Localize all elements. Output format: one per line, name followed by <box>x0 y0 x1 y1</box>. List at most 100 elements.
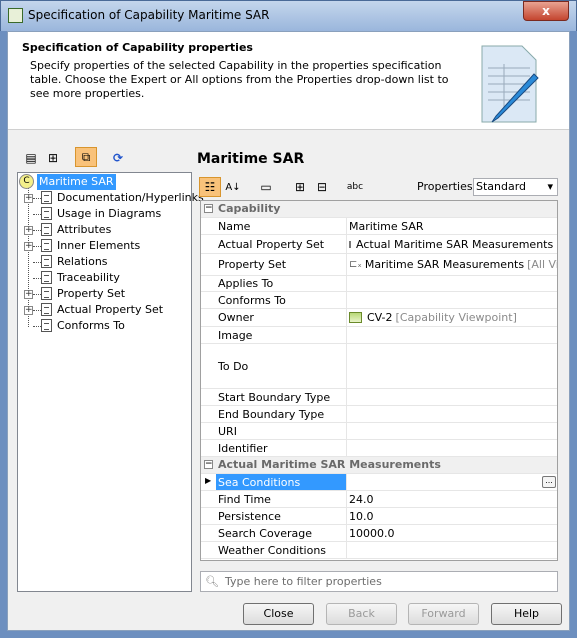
back-button[interactable]: Back <box>326 603 397 625</box>
property-name: URI <box>216 423 347 439</box>
property-name: Image <box>216 327 347 343</box>
expand-icon[interactable]: + <box>24 242 33 251</box>
property-row[interactable]: Identifier <box>201 440 557 457</box>
property-value[interactable] <box>347 440 557 456</box>
collapse-icon[interactable]: − <box>204 460 213 469</box>
document-pencil-icon <box>481 45 539 123</box>
expand-all-icon[interactable]: ⊞ <box>289 177 311 197</box>
tree-item-label: Actual Property Set <box>57 303 164 316</box>
header-title: Specification of Capability properties <box>22 41 253 54</box>
property-name: Actual Property Set <box>216 235 347 253</box>
property-value[interactable] <box>347 327 557 343</box>
property-row[interactable]: Owner CV-2 [Capability Viewpoint] <box>201 309 557 327</box>
spell-check-icon[interactable]: abc <box>344 177 366 197</box>
properties-label: Properties: <box>417 180 477 193</box>
filter-input[interactable]: 🔍︎ Type here to filter properties <box>200 571 558 592</box>
filter-placeholder: Type here to filter properties <box>225 575 382 588</box>
property-row[interactable]: Image <box>201 327 557 344</box>
tree-item-label: Attributes <box>57 223 112 236</box>
expand-icon[interactable]: + <box>24 306 33 315</box>
value-text: Maritime SAR <box>349 219 424 233</box>
expand-icon[interactable]: + <box>24 290 33 299</box>
header-panel: Specification of Capability properties S… <box>8 32 569 130</box>
close-window-button[interactable]: x <box>523 1 569 21</box>
package-icon <box>349 312 362 323</box>
property-row[interactable]: Applies To <box>201 276 557 292</box>
page-icon <box>41 191 52 204</box>
show-inherited-toggle-icon[interactable]: ⧉ <box>75 147 97 167</box>
categorized-view-icon[interactable]: ☷ <box>199 177 221 197</box>
properties-selected: Standard <box>476 180 527 193</box>
properties-dropdown[interactable]: Standard ▾ <box>473 178 558 196</box>
property-row[interactable]: Persistence 10.0 <box>201 508 557 525</box>
property-name: Property Set <box>216 254 347 275</box>
property-value[interactable]: Maritime SAR <box>347 218 557 234</box>
property-row[interactable]: Name Maritime SAR <box>201 218 557 235</box>
property-row[interactable]: Actual Property Set Actual Maritime SAR … <box>201 235 558 254</box>
property-value[interactable] <box>347 474 557 490</box>
value-text: Actual Maritime SAR Measurements : <box>356 237 558 251</box>
property-name: Find Time <box>216 491 347 507</box>
property-name: To Do <box>216 344 347 388</box>
property-value[interactable] <box>347 406 557 422</box>
property-value[interactable]: 24.0 <box>347 491 557 507</box>
page-icon <box>41 319 52 332</box>
property-value[interactable]: 10000.0 <box>347 525 557 541</box>
property-row[interactable]: Property Set ⊏ₓ Maritime SAR Measurements… <box>201 254 557 276</box>
property-value[interactable] <box>347 276 557 291</box>
property-value[interactable]: ⊏ₓMaritime SAR Measurements[All Views <box>347 254 557 275</box>
property-row[interactable]: Weather Conditions <box>201 542 557 559</box>
chevron-down-icon: ▾ <box>547 180 553 193</box>
help-button[interactable]: Help <box>491 603 562 625</box>
refresh-icon[interactable]: ⟳ <box>107 148 129 168</box>
expand-icon[interactable]: + <box>24 226 33 235</box>
property-row[interactable]: URI <box>201 423 557 440</box>
window-title: Specification of Capability Maritime SAR <box>28 8 270 22</box>
property-value[interactable]: CV-2 [Capability Viewpoint] <box>347 309 557 326</box>
value-text: Maritime SAR Measurements <box>364 258 525 271</box>
property-value[interactable] <box>347 389 557 405</box>
element-name: Maritime SAR <box>197 151 305 167</box>
ellipsis-button[interactable]: ... <box>542 476 556 488</box>
forward-button[interactable]: Forward <box>408 603 479 625</box>
property-row[interactable]: Conforms To <box>201 292 557 309</box>
property-name: Conforms To <box>216 292 347 308</box>
sort-alphabetically-icon[interactable]: A↓ <box>222 177 244 197</box>
tree-item-label: Inner Elements <box>57 239 141 252</box>
search-icon: 🔍︎ <box>205 575 219 588</box>
current-row-arrow-icon: ▶ <box>205 476 212 485</box>
property-value[interactable]: 10.0 <box>347 508 557 524</box>
collapse-icon[interactable]: − <box>204 204 213 213</box>
property-name: Identifier <box>216 440 347 456</box>
property-row[interactable]: Search Coverage 10000.0 <box>201 525 557 542</box>
property-name: Weather Conditions <box>216 542 347 558</box>
expand-icon[interactable]: + <box>24 194 33 203</box>
tree-item-label: Property Set <box>57 287 126 300</box>
property-value[interactable] <box>347 423 557 439</box>
section-title: Capability <box>218 202 281 215</box>
description-icon[interactable]: ▭ <box>255 177 277 197</box>
tree-root-label: Maritime SAR <box>37 174 116 190</box>
property-value[interactable] <box>347 344 557 388</box>
tree-view-icon[interactable]: ⊞ <box>42 148 64 168</box>
tree-item-label: Conforms To <box>57 319 125 332</box>
property-row[interactable]: End Boundary Type <box>201 406 557 423</box>
tree-item-label: Documentation/Hyperlinks <box>57 191 204 204</box>
section-header[interactable]: − Capability <box>201 201 557 218</box>
collapse-all-icon[interactable]: ⊟ <box>311 177 333 197</box>
property-value[interactable]: Actual Maritime SAR Measurements : Al <box>347 235 558 253</box>
tree-item-label: Traceability <box>57 271 120 284</box>
property-value[interactable] <box>347 292 557 308</box>
property-row[interactable]: To Do <box>201 344 557 389</box>
page-icon <box>41 287 52 300</box>
property-name: Start Boundary Type <box>216 389 347 405</box>
property-row[interactable]: ▶ Sea Conditions ... <box>201 474 557 491</box>
tree-item-label: Usage in Diagrams <box>57 207 162 220</box>
property-row[interactable]: Start Boundary Type <box>201 389 557 406</box>
property-row[interactable]: Find Time 24.0 <box>201 491 557 508</box>
property-value[interactable] <box>347 542 557 558</box>
close-button[interactable]: Close <box>243 603 314 625</box>
table-view-icon[interactable]: ▤ <box>20 148 42 168</box>
section-header[interactable]: − Actual Maritime SAR Measurements <box>201 457 557 474</box>
property-name: Applies To <box>216 276 347 291</box>
